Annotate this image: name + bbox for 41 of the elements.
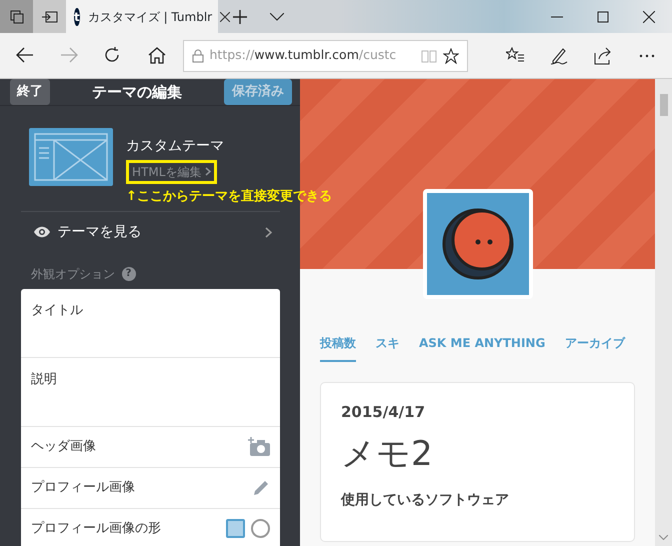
address-field[interactable]: https://www.tumblr.com/custc	[182, 40, 468, 72]
plus-icon[interactable]	[233, 10, 247, 24]
theme-thumbnail-icon	[29, 128, 113, 186]
lock-icon	[192, 48, 204, 62]
pen-icon[interactable]	[550, 46, 568, 64]
scroll-down-icon[interactable]	[659, 535, 668, 540]
square-shape-option[interactable]	[226, 519, 244, 538]
tab-title: カスタマイズ | Tumblr	[88, 8, 212, 26]
maximize-icon[interactable]	[597, 10, 609, 22]
close-icon[interactable]	[643, 10, 655, 22]
post-subtitle: 使用しているソフトウェア	[341, 491, 510, 510]
option-label[interactable]: プロフィール画像	[31, 478, 135, 498]
done-button[interactable]: 終了	[10, 79, 50, 104]
view-theme-row[interactable]: テーマを見る	[21, 210, 280, 252]
close-icon[interactable]	[220, 12, 230, 22]
tab-favicon: t	[74, 8, 80, 26]
tab-aside-icon[interactable]	[42, 10, 58, 22]
url-text: https://www.tumblr.com/custc	[210, 47, 396, 62]
home-icon[interactable]	[148, 47, 166, 64]
back-icon[interactable]	[16, 47, 34, 64]
post-title: メモ2	[341, 433, 434, 476]
chevron-down-icon[interactable]	[270, 12, 284, 20]
option-label[interactable]: タイトル	[31, 300, 83, 320]
eye-icon	[33, 226, 51, 238]
favorites-icon[interactable]	[506, 46, 524, 64]
chevron-right-icon	[265, 226, 272, 238]
tab-list-icon[interactable]	[10, 10, 24, 24]
star-icon[interactable]	[442, 48, 458, 64]
circle-shape-option[interactable]	[251, 519, 270, 538]
option-label[interactable]: ヘッダ画像	[31, 436, 96, 456]
option-label[interactable]: 説明	[31, 370, 57, 389]
chevron-right-icon	[204, 167, 211, 176]
section-heading: 外観オプション	[31, 266, 115, 282]
share-icon[interactable]	[594, 46, 612, 64]
panel-title: テーマの編集	[92, 82, 182, 102]
theme-name: カスタムテーマ	[126, 136, 225, 156]
post-date: 2015/4/17	[341, 402, 426, 422]
option-label[interactable]: プロフィール画像の形	[31, 518, 161, 538]
scroll-thumb[interactable]	[660, 94, 668, 116]
pencil-icon[interactable]	[252, 478, 270, 496]
camera-plus-icon[interactable]	[248, 437, 270, 456]
